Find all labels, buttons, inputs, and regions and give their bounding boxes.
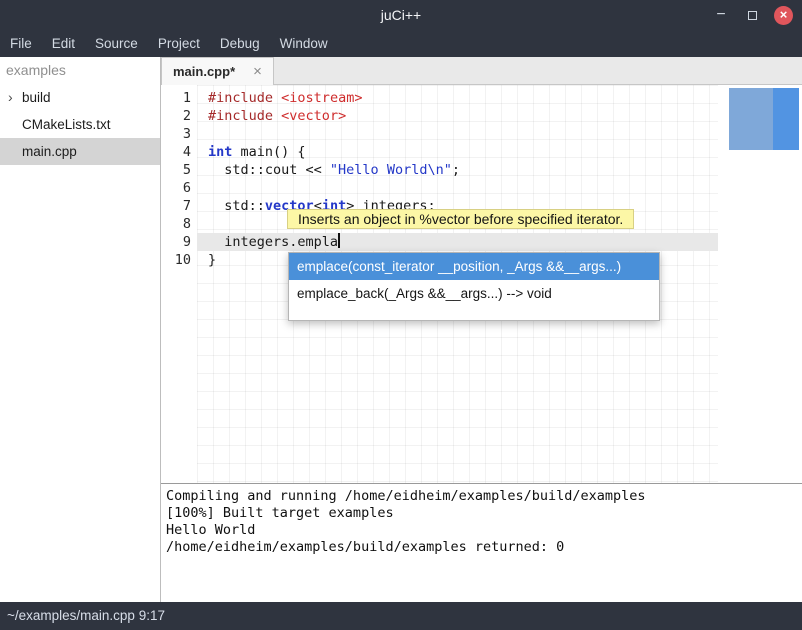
line-number-gutter: 1 2 3 4 5 6 7 8 9 10 (161, 85, 197, 483)
code-token: std:: (208, 198, 265, 214)
code-token: integers.empla (208, 234, 338, 250)
completion-item-emplace-back[interactable]: emplace_back(_Args &&__args...) --> void (289, 280, 659, 307)
statusbar: ~/examples/main.cpp 9:17 (0, 602, 802, 630)
menu-item-debug[interactable]: Debug (210, 30, 270, 57)
completion-item-emplace[interactable]: emplace(const_iterator __position, _Args… (289, 253, 659, 280)
output-line: /home/eidheim/examples/build/examples re… (166, 539, 802, 556)
output-line: Compiling and running /home/eidheim/exam… (166, 488, 802, 505)
tab-label: main.cpp* (173, 64, 235, 79)
tree-item-label: CMakeLists.txt (22, 117, 111, 132)
line-number: 1 (161, 89, 197, 107)
line-number: 9 (161, 233, 197, 251)
code-token: <iostream> (281, 90, 362, 106)
code-token: #include (208, 108, 273, 124)
menu-item-source[interactable]: Source (85, 30, 148, 57)
line-number: 4 (161, 143, 197, 161)
scroll-map-slider[interactable] (773, 88, 799, 150)
status-file-position: ~/examples/main.cpp 9:17 (7, 608, 165, 623)
output-line: [100%] Built target examples (166, 505, 802, 522)
content-area: main.cpp* × 1 2 3 4 5 6 7 8 9 10 #includ… (161, 57, 802, 602)
line-number: 2 (161, 107, 197, 125)
code-token: ; (452, 162, 460, 178)
code-editor[interactable]: 1 2 3 4 5 6 7 8 9 10 #include <iostream>… (161, 85, 802, 483)
menu-item-window[interactable]: Window (270, 30, 338, 57)
close-button[interactable]: × (774, 6, 793, 25)
window-controls: − × (712, 0, 793, 30)
line-number: 5 (161, 161, 197, 179)
tree-item-build[interactable]: › build (0, 84, 160, 111)
line-number: 3 (161, 125, 197, 143)
scroll-map[interactable] (718, 85, 802, 483)
line-number: 6 (161, 179, 197, 197)
code-line-5[interactable]: std::cout << "Hello World\n"; (197, 161, 718, 179)
code-token (273, 90, 281, 106)
restore-button[interactable] (743, 0, 761, 30)
tabbar: main.cpp* × (161, 57, 802, 85)
menu-item-edit[interactable]: Edit (42, 30, 85, 57)
tab-close-icon[interactable]: × (253, 64, 262, 79)
code-line-2[interactable]: #include <vector> (197, 107, 718, 125)
tree-item-label: build (22, 90, 51, 105)
code-token: "Hello World\n" (330, 162, 452, 178)
window-title: juCi++ (0, 0, 802, 30)
completion-popup: emplace(const_iterator __position, _Args… (288, 252, 660, 321)
tab-maincpp[interactable]: main.cpp* × (161, 57, 274, 85)
code-line-3[interactable] (197, 125, 718, 143)
tree-header-examples[interactable]: examples (0, 57, 160, 84)
doc-tooltip: Inserts an object in %vector before spec… (287, 209, 634, 229)
line-number: 8 (161, 215, 197, 233)
code-line-4[interactable]: int main() { (197, 143, 718, 161)
text-caret (338, 233, 340, 248)
code-token: std::cout << (208, 162, 330, 178)
line-number: 7 (161, 197, 197, 215)
menubar: File Edit Source Project Debug Window (0, 30, 802, 57)
titlebar: juCi++ − × (0, 0, 802, 30)
code-line-1[interactable]: #include <iostream> (197, 89, 718, 107)
code-token: #include (208, 90, 273, 106)
tree-item-cmakelists[interactable]: CMakeLists.txt (0, 111, 160, 138)
menu-item-project[interactable]: Project (148, 30, 210, 57)
code-line-6[interactable] (197, 179, 718, 197)
code-line-9-current[interactable]: integers.empla (197, 233, 718, 251)
restore-icon (748, 11, 757, 20)
close-icon: × (780, 7, 788, 22)
output-line: Hello World (166, 522, 802, 539)
code-token: int (208, 144, 232, 160)
app-window: juCi++ − × File Edit Source Project Debu… (0, 0, 802, 630)
code-token: <vector> (281, 108, 346, 124)
code-token (273, 108, 281, 124)
code-token: } (208, 252, 216, 268)
tree-item-maincpp[interactable]: main.cpp (0, 138, 160, 165)
expander-chevron-icon[interactable]: › (8, 84, 13, 111)
line-number: 10 (161, 251, 197, 269)
file-tree-sidebar: examples › build CMakeLists.txt main.cpp (0, 57, 161, 602)
menu-item-file[interactable]: File (0, 30, 42, 57)
minimize-button[interactable]: − (712, 1, 730, 29)
tree-item-label: main.cpp (22, 144, 77, 159)
build-output-panel[interactable]: Compiling and running /home/eidheim/exam… (161, 484, 802, 602)
code-token: main() { (232, 144, 305, 160)
minimize-icon: − (716, 6, 725, 23)
